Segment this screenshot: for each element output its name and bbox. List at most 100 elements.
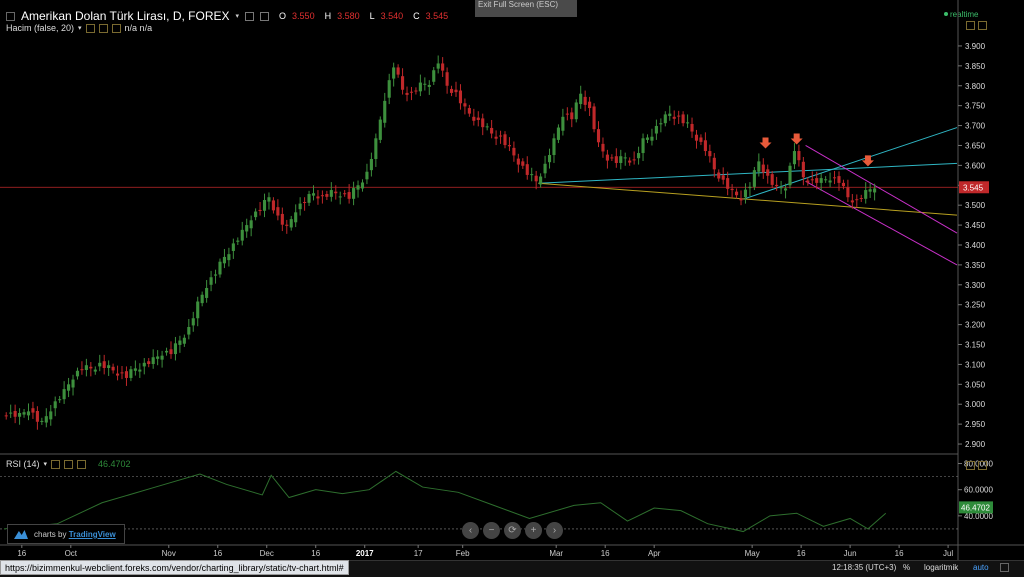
time-tick-label: 16 bbox=[601, 549, 610, 558]
scale-settings-icon[interactable] bbox=[1000, 563, 1009, 572]
candle-body bbox=[138, 369, 142, 372]
candle-body bbox=[596, 129, 601, 143]
candle-body bbox=[298, 203, 302, 210]
down-arrow-marker bbox=[759, 137, 772, 149]
candle-body bbox=[623, 157, 627, 159]
rsi-value: 46.4702 bbox=[98, 459, 131, 469]
candle-body bbox=[62, 389, 66, 400]
candle-body bbox=[686, 122, 690, 124]
candle-body bbox=[859, 198, 863, 200]
candle-body bbox=[498, 135, 503, 137]
candle-body bbox=[445, 72, 449, 86]
candle-body bbox=[303, 201, 307, 203]
candle-body bbox=[592, 106, 596, 130]
percent-toggle[interactable]: % bbox=[903, 561, 910, 574]
candle-body bbox=[392, 67, 396, 79]
candle-body bbox=[521, 161, 525, 166]
scroll-left-icon[interactable]: ‹ bbox=[462, 522, 479, 539]
log-scale-toggle[interactable]: logaritmik bbox=[924, 561, 958, 574]
branding-name[interactable]: TradingView bbox=[69, 530, 116, 539]
candle-body bbox=[850, 200, 854, 203]
candle-body bbox=[289, 219, 293, 228]
candle-body bbox=[681, 114, 685, 124]
candle-body bbox=[432, 70, 436, 82]
candle-body bbox=[543, 163, 547, 174]
candle-body bbox=[164, 350, 169, 353]
candle-body bbox=[726, 178, 730, 189]
time-tick-label: 16 bbox=[213, 549, 222, 558]
time-tick-label: 2017 bbox=[356, 549, 374, 558]
candle-body bbox=[574, 102, 578, 120]
candle-body bbox=[583, 96, 587, 105]
candle-body bbox=[343, 193, 347, 195]
candle-body bbox=[9, 412, 13, 414]
candle-body bbox=[449, 88, 454, 93]
candle-body bbox=[227, 254, 231, 261]
candle-body bbox=[383, 100, 387, 123]
candle-body bbox=[873, 188, 877, 193]
candle-body bbox=[320, 195, 324, 197]
eye-square-icon[interactable] bbox=[51, 459, 61, 469]
candle-body bbox=[205, 287, 209, 298]
candle-body bbox=[650, 136, 654, 141]
candle-body bbox=[271, 200, 275, 211]
candle-body bbox=[213, 274, 218, 276]
price-chart[interactable]: 3.9003.8503.8003.7503.7003.6503.6003.550… bbox=[0, 0, 1024, 576]
candle-body bbox=[757, 161, 761, 172]
price-tick-label: 2.900 bbox=[965, 440, 986, 449]
time-tick-label: May bbox=[745, 549, 760, 558]
price-tick-label: 3.750 bbox=[965, 102, 986, 111]
candle-body bbox=[868, 189, 872, 192]
price-tick-label: 3.300 bbox=[965, 281, 986, 290]
candle-body bbox=[481, 118, 485, 128]
candle-body bbox=[58, 399, 62, 401]
candle-body bbox=[721, 175, 725, 180]
candle-body bbox=[605, 154, 609, 161]
candle-body bbox=[40, 420, 44, 422]
candle-body bbox=[4, 415, 8, 417]
zoom-in-icon[interactable]: + bbox=[525, 522, 542, 539]
candle-body bbox=[837, 176, 841, 183]
candle-body bbox=[160, 355, 164, 360]
candle-body bbox=[819, 178, 823, 183]
rsi-label[interactable]: RSI (14) bbox=[6, 459, 40, 469]
price-tick-label: 3.350 bbox=[965, 261, 986, 270]
candle-body bbox=[222, 256, 226, 264]
candle-body bbox=[739, 198, 743, 201]
candle-body bbox=[476, 117, 480, 120]
candle-body bbox=[360, 182, 365, 189]
candle-body bbox=[22, 412, 26, 415]
candle-body bbox=[663, 114, 667, 124]
candle-body bbox=[71, 379, 75, 388]
price-tick-label: 3.150 bbox=[965, 341, 986, 350]
reset-chart-icon[interactable]: ⟳ bbox=[504, 522, 521, 539]
zoom-out-icon[interactable]: − bbox=[483, 522, 500, 539]
candle-body bbox=[539, 176, 543, 185]
candle-body bbox=[98, 362, 102, 367]
candle-body bbox=[619, 156, 623, 163]
scroll-right-icon[interactable]: › bbox=[546, 522, 563, 539]
candle-body bbox=[133, 368, 137, 371]
rsi-line bbox=[3, 470, 887, 533]
candle-body bbox=[801, 161, 805, 178]
trendline-yellow bbox=[538, 182, 958, 216]
timezone-clock[interactable]: 12:18:35 (UTC+3) bbox=[832, 561, 896, 574]
settings-square-icon[interactable] bbox=[64, 459, 74, 469]
rsi-settings-square-icon[interactable] bbox=[966, 461, 975, 470]
candle-body bbox=[512, 147, 516, 156]
candle-body bbox=[463, 103, 467, 107]
tradingview-branding[interactable]: charts by TradingView bbox=[7, 524, 125, 544]
candle-body bbox=[378, 119, 382, 140]
close-square-icon[interactable] bbox=[77, 459, 87, 469]
candle-body bbox=[748, 186, 752, 189]
price-tick-label: 3.400 bbox=[965, 241, 986, 250]
auto-scale-toggle[interactable]: auto bbox=[973, 561, 989, 574]
rsi-close-square-icon[interactable] bbox=[978, 461, 987, 470]
chevron-down-icon[interactable]: ▾ bbox=[44, 460, 48, 468]
candle-body bbox=[525, 164, 529, 175]
candle-body bbox=[561, 116, 565, 131]
price-tick-label: 3.800 bbox=[965, 82, 986, 91]
candle-body bbox=[111, 366, 115, 371]
candle-body bbox=[601, 143, 605, 152]
candle-body bbox=[735, 191, 739, 196]
